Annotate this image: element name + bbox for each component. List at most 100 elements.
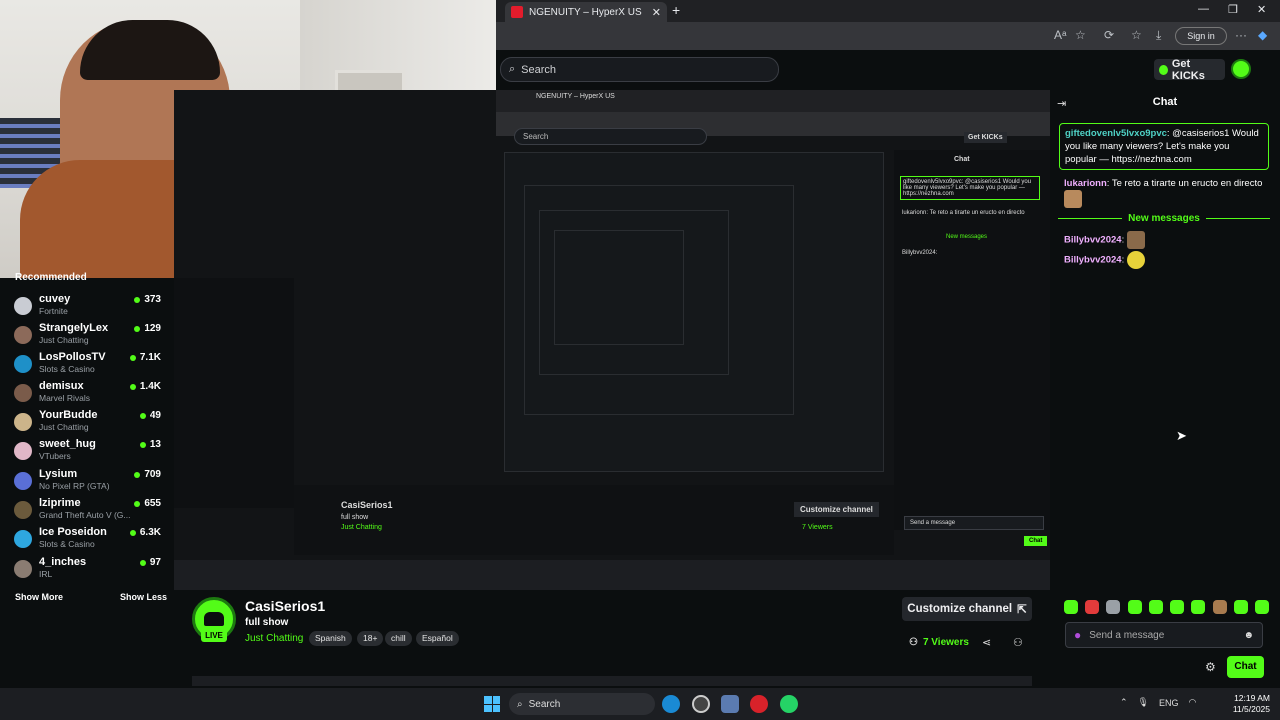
viewer-count: 373 [134, 294, 161, 305]
emote-icon[interactable] [1191, 600, 1206, 614]
sidebar-channel-lospollostv[interactable]: LosPollosTV Slots & Casino 7.1K [0, 351, 174, 380]
chat-username[interactable]: Billybvv2024 [1064, 255, 1122, 266]
sign-in-button[interactable]: Sign in [1175, 27, 1227, 45]
search-input[interactable]: ⌕ Search [500, 57, 779, 82]
edge-browser-icon[interactable] [662, 695, 680, 713]
stream-category[interactable]: Just Chatting [245, 633, 303, 644]
tag-chill[interactable]: chill [385, 631, 412, 646]
search-placeholder: Search [521, 63, 557, 76]
chevron-up-icon[interactable]: ⌃ [1120, 697, 1128, 708]
customize-channel-button[interactable]: Customize channel ⇱ [902, 597, 1032, 621]
add-user-icon[interactable]: ⚇ [1013, 636, 1023, 649]
chat-text: : [1121, 254, 1125, 266]
close-tab-icon[interactable]: ✕ [652, 6, 661, 19]
extensions-icon[interactable]: ⟳ [1104, 28, 1114, 42]
emote-icon[interactable] [1254, 600, 1269, 614]
channel-category: No Pixel RP (GTA) [39, 481, 110, 491]
address-bar[interactable] [496, 22, 1280, 50]
chat-username[interactable]: lukarionn [1064, 178, 1107, 189]
taskbar-clock[interactable]: 12:19 AM 11/5/2025 [1226, 693, 1270, 715]
sidebar-channel-lziprime[interactable]: lziprime Grand Theft Auto V (G... 655 [0, 497, 174, 526]
more-menu-icon[interactable]: ··· [1235, 28, 1247, 42]
minimize-icon[interactable]: — [1198, 3, 1209, 15]
scrollbar[interactable] [192, 676, 1032, 686]
recommended-title: Recommended [15, 272, 87, 283]
show-less-button[interactable]: Show Less [120, 592, 167, 602]
new-tab-icon[interactable]: + [672, 2, 680, 18]
emote-icon[interactable] [1085, 600, 1100, 614]
clock-time: 12:19 AM [1234, 693, 1270, 703]
microphone-icon[interactable]: ● [1074, 628, 1081, 642]
sidebar-channel-demisux[interactable]: demisux Marvel Rivals 1.4K [0, 380, 174, 409]
send-chat-button[interactable]: Chat [1227, 656, 1264, 678]
avatar [14, 326, 32, 344]
chat-username[interactable]: Billybvv2024 [1064, 235, 1122, 246]
emoji-picker-icon[interactable]: ☻ [1243, 630, 1254, 641]
sidebar-channel-ice-poseidon[interactable]: Ice Poseidon Slots & Casino 6.3K [0, 526, 174, 555]
maximize-icon[interactable]: ❐ [1228, 3, 1238, 16]
nested-customize: Customize channel [794, 502, 879, 517]
wifi-icon[interactable]: ◠ [1189, 697, 1197, 708]
whatsapp-icon[interactable] [780, 695, 798, 713]
sidebar-channel-sweet-hug[interactable]: sweet_hug VTubers 13 [0, 438, 174, 467]
sidebar-channel-cuvey[interactable]: cuvey Fortnite 373 [0, 293, 174, 322]
tag-18plus[interactable]: 18+ [357, 631, 384, 646]
taskbar-search[interactable]: ⌕ Search [509, 693, 655, 715]
hyperx-app-icon[interactable] [750, 695, 768, 713]
channel-name[interactable]: CasiSerios1 [245, 598, 325, 614]
viewer-count: ⚇ 7 Viewers [909, 637, 969, 648]
download-icon[interactable]: ⤓ [1156, 28, 1161, 43]
settings-app-icon[interactable] [721, 695, 739, 713]
viewer-count-value: 373 [144, 294, 161, 305]
search-icon: ⌕ [509, 63, 516, 75]
emote-icon[interactable] [1064, 600, 1078, 614]
close-window-icon[interactable]: ✕ [1257, 3, 1266, 16]
tag-spanish[interactable]: Spanish [309, 631, 352, 646]
emote-icon[interactable] [1170, 600, 1185, 614]
chat-message: lukarionn: Te reto a tirarte un eructo e… [1064, 177, 1272, 208]
send-message-placeholder: Send a message [1089, 629, 1165, 641]
chat-title: Chat [1152, 96, 1178, 108]
emote-icon[interactable] [1233, 600, 1248, 614]
user-avatar[interactable] [1231, 59, 1251, 79]
sidebar-channel-lysium[interactable]: Lysium No Pixel RP (GTA) 709 [0, 468, 174, 497]
emote-icon[interactable] [1127, 600, 1142, 614]
emote-icon[interactable] [1148, 600, 1163, 614]
language-indicator[interactable]: ENG [1159, 698, 1179, 708]
nested-viewers: 7 Viewers [802, 524, 833, 531]
sidebar-channel-yourbudde[interactable]: YourBudde Just Chatting 49 [0, 409, 174, 438]
send-message-input[interactable]: ● Send a message ☻ [1065, 622, 1263, 648]
read-aloud-icon[interactable]: Aᵃ [1054, 28, 1066, 42]
tag-espanol[interactable]: Español [416, 631, 459, 646]
viewer-count-value: 6.3K [139, 527, 161, 538]
favorites-icon[interactable]: ☆ [1131, 28, 1142, 42]
pinned-username[interactable]: giftedovenlv5lvxo9pvc [1065, 128, 1167, 139]
favorite-star-icon[interactable]: ☆ [1075, 28, 1086, 42]
emote-icon [1127, 231, 1146, 249]
viewer-count: 97 [139, 557, 161, 568]
live-badge: LIVE [201, 630, 227, 642]
get-kicks-button[interactable]: Get KICKs [1154, 58, 1225, 82]
viewer-count: 6.3K [129, 527, 161, 538]
quick-emote-bar [1064, 600, 1269, 616]
show-more-button[interactable]: Show More [15, 592, 63, 602]
nested-new-messages: New messages [946, 234, 988, 240]
live-dot-icon [134, 296, 141, 303]
tab-title: NGENUITY – HyperX US [529, 6, 642, 18]
live-dot-icon [129, 529, 136, 536]
microphone-icon[interactable]: 🎙 [1138, 697, 1149, 708]
copilot-icon[interactable]: ◆ [1258, 28, 1267, 42]
sidebar-channel-strangelylex[interactable]: StrangelyLex Just Chatting 129 [0, 322, 174, 351]
chatgpt-icon[interactable] [692, 695, 710, 713]
avatar [14, 355, 32, 373]
share-icon[interactable]: ⋖ [982, 636, 991, 649]
windows-start-icon[interactable] [484, 696, 500, 712]
browser-tab[interactable]: NGENUITY – HyperX US ✕ [505, 2, 667, 22]
emote-icon[interactable] [1106, 600, 1121, 614]
nested-message: lukarionn: Te reto a tirarte un eructo e… [902, 210, 1025, 216]
sidebar-channel-4-inches[interactable]: 4_inches IRL 97 [0, 556, 174, 585]
chat-settings-icon[interactable]: ⚙ [1205, 660, 1216, 674]
emote-icon[interactable] [1212, 600, 1227, 614]
viewer-count: 709 [134, 469, 161, 480]
mouse-cursor-icon: ➤ [1176, 428, 1187, 443]
